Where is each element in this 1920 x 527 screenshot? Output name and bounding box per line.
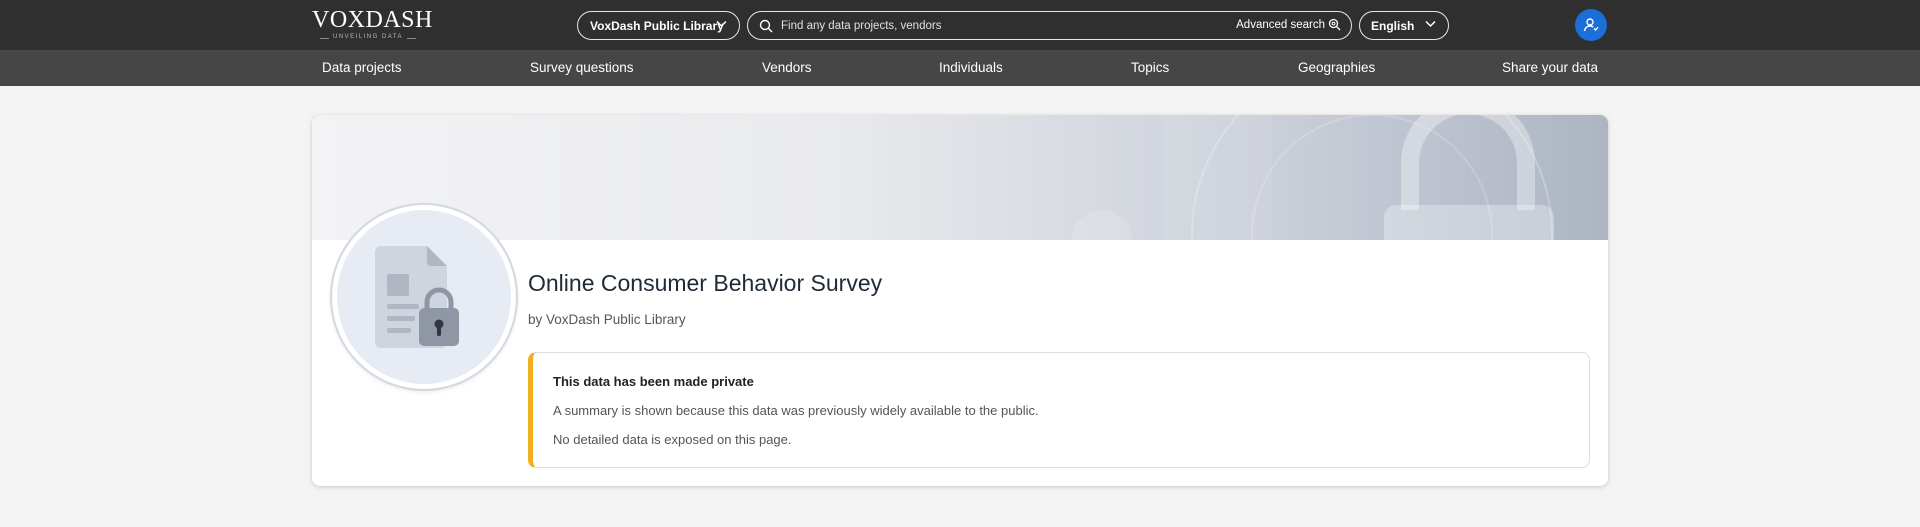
notice-summary-text: A summary is shown because this data was… xyxy=(553,403,1039,418)
chevron-down-icon xyxy=(1425,20,1436,28)
search-bar: Advanced search xyxy=(747,11,1352,40)
brand-logo[interactable]: VOXDASH UNVEILING DATA xyxy=(312,7,433,43)
nav-item-geographies[interactable]: Geographies xyxy=(1298,60,1375,75)
document-lock-icon xyxy=(375,246,459,348)
nav-item-topics[interactable]: Topics xyxy=(1131,60,1169,75)
nav-item-survey-questions[interactable]: Survey questions xyxy=(530,60,634,75)
advanced-search-label: Advanced search xyxy=(1236,18,1325,31)
notice-detail-text: No detailed data is exposed on this page… xyxy=(553,432,792,447)
brand-name: VOXDASH xyxy=(312,7,433,33)
nav-item-individuals[interactable]: Individuals xyxy=(939,60,1003,75)
search-icon xyxy=(759,19,773,33)
nav-item-share-your-data[interactable]: Share your data xyxy=(1502,60,1598,75)
project-byline: by VoxDash Public Library xyxy=(528,312,686,327)
private-data-notice: This data has been made private A summar… xyxy=(528,352,1590,468)
notice-title: This data has been made private xyxy=(553,374,754,389)
project-avatar xyxy=(332,205,516,389)
nav-item-vendors[interactable]: Vendors xyxy=(762,60,812,75)
user-icon xyxy=(1583,18,1599,32)
library-select[interactable]: VoxDash Public Library xyxy=(577,11,740,40)
language-select-value: English xyxy=(1371,18,1415,33)
banner-lock-pattern xyxy=(1072,115,1554,240)
search-input[interactable] xyxy=(781,15,1201,36)
nav-item-data-projects[interactable]: Data projects xyxy=(322,60,402,75)
settings-search-icon xyxy=(1328,18,1341,31)
language-select[interactable]: English xyxy=(1359,11,1449,40)
main-nav: Data projects Survey questions Vendors I… xyxy=(0,50,1920,86)
brand-tagline: UNVEILING DATA xyxy=(312,34,424,40)
project-title: Online Consumer Behavior Survey xyxy=(528,270,883,296)
top-bar: VOXDASH UNVEILING DATA VoxDash Public Li… xyxy=(0,0,1920,50)
project-card: Online Consumer Behavior Survey by VoxDa… xyxy=(312,115,1608,486)
chevron-down-icon xyxy=(716,20,727,28)
advanced-search-button[interactable]: Advanced search xyxy=(1236,18,1341,31)
user-account-button[interactable] xyxy=(1575,9,1607,41)
project-banner xyxy=(312,115,1608,240)
library-select-value: VoxDash Public Library xyxy=(590,18,724,33)
